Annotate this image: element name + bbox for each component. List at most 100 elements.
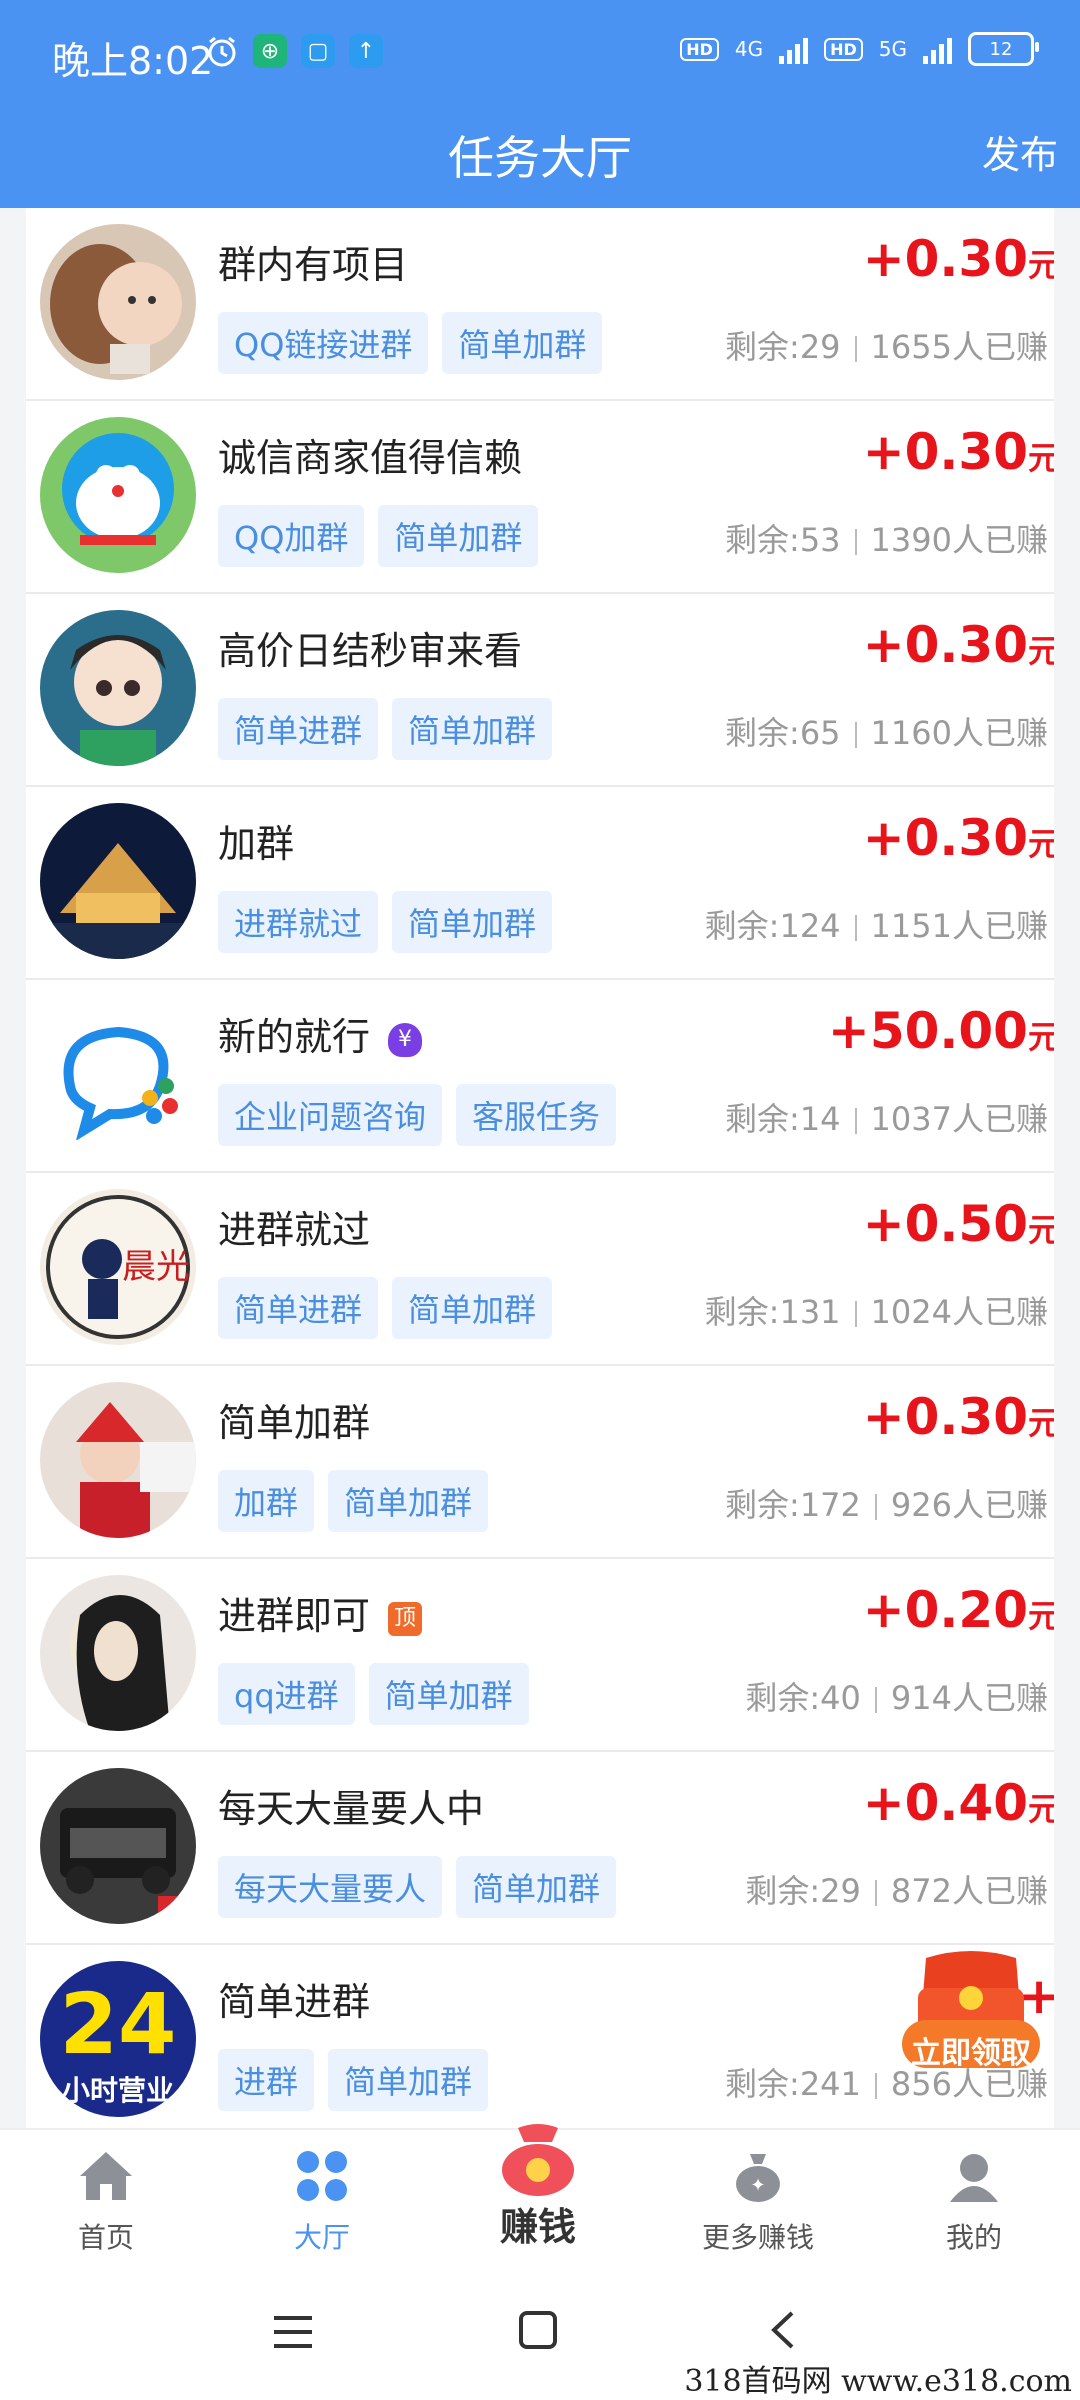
task-avatar [40, 417, 196, 573]
task-tag: 简单加群 [368, 1663, 529, 1725]
task-tags: 简单进群 简单加群 [218, 1277, 553, 1339]
task-name: 群内有项目 [218, 234, 408, 289]
task-reward-unit: 元 [1027, 825, 1054, 863]
pinned-badge-icon: 顶 [388, 1601, 423, 1636]
stats-divider [854, 1301, 857, 1327]
task-avatar [40, 1382, 196, 1538]
task-remaining: 剩余:241 [725, 2065, 861, 2103]
publish-button[interactable]: 发布 [982, 124, 1058, 179]
task-tag: 客服任务 [456, 1084, 617, 1146]
task-stats: 剩余:29 872人已赚 [745, 1866, 1048, 1912]
task-reward: +50.00元 [828, 1002, 1054, 1060]
task-avatar [40, 1575, 196, 1731]
network-4g-label: 4G [734, 37, 764, 61]
task-reward: +0.20元 [863, 1581, 1054, 1639]
task-name: 进群即可顶 [218, 1585, 423, 1640]
avatar-24-text: 24 [59, 1975, 177, 2073]
task-reward-unit: 元 [1027, 1597, 1054, 1635]
task-stats: 剩余:53 1390人已赚 [725, 515, 1048, 561]
stats-divider [874, 2073, 877, 2099]
task-tag: QQ加群 [218, 505, 365, 567]
task-tag: 简单加群 [328, 1470, 489, 1532]
hd-badge-icon: HD [680, 37, 719, 61]
task-reward: +0.30元 [863, 1388, 1054, 1446]
task-stats: 剩余:29 1655人已赚 [725, 322, 1048, 368]
task-tag: 简单加群 [392, 1277, 553, 1339]
task-tag: 每天大量要人 [218, 1856, 443, 1918]
task-name: 新的就行 ¥ [218, 1006, 423, 1061]
task-row[interactable]: 每天大量要人中 每天大量要人 简单加群 +0.40元 剩余:29 872人已赚 [26, 1752, 1054, 1945]
task-name-text: 加群 [218, 822, 295, 866]
task-avatar [40, 996, 196, 1152]
task-name-text: 进群即可 [218, 1594, 371, 1638]
task-stats: 剩余:131 1024人已赚 [705, 1287, 1048, 1333]
battery-icon: 12 [968, 32, 1039, 66]
nav-mine[interactable]: 我的 [894, 2148, 1054, 2256]
task-name-text: 诚信商家值得信赖 [218, 436, 523, 480]
stats-divider [854, 1108, 857, 1134]
task-name: 简单进群 [218, 1971, 370, 2026]
task-tag: 简单加群 [328, 2049, 489, 2111]
task-name-text: 高价日结秒审来看 [218, 629, 523, 673]
avatar-calligraphy-text: 晨光 [122, 1247, 190, 1287]
avatar-hours-text: 小时营业 [61, 2074, 174, 2107]
task-tag: QQ链接进群 [218, 312, 429, 374]
signal-icon [779, 34, 809, 64]
task-row[interactable]: 进群即可顶 qq进群 简单加群 +0.20元 剩余:40 914人已赚 [26, 1559, 1054, 1752]
menu-icon[interactable] [272, 2314, 314, 2350]
hd-badge-icon-2: HD [824, 37, 863, 61]
task-tag: 简单加群 [392, 891, 553, 953]
upload-app-icon: ↑ [349, 34, 383, 68]
task-reward-unit: 元 [1027, 1790, 1054, 1828]
status-notification-icons: ⊕ ▢ ↑ [205, 34, 383, 68]
task-stats: 剩余:124 1151人已赚 [705, 901, 1048, 947]
task-tag: 企业问题咨询 [218, 1084, 443, 1146]
task-row[interactable]: 新的就行 ¥ 企业问题咨询 客服任务 +50.00元剩余:14 1037人已赚 [26, 980, 1054, 1173]
task-remaining: 剩余:131 [704, 1293, 841, 1331]
task-row[interactable]: 简单加群 加群 简单加群 +0.30元 剩余:172 926人已赚 [26, 1366, 1054, 1559]
task-earned-count: 914人已赚 [890, 1679, 1048, 1717]
nav-earn[interactable]: 赚钱 [458, 2118, 618, 2251]
task-row[interactable]: 诚信商家值得信赖 QQ加群 简单加群 +0.30元 剩余:53 1390人已赚 [26, 401, 1054, 594]
stats-divider [854, 529, 857, 555]
task-name-text: 群内有项目 [218, 243, 409, 287]
task-earned-count: 1037人已赚 [870, 1100, 1048, 1138]
task-reward-unit: 元 [1027, 1018, 1054, 1056]
nav-mine-label: 我的 [945, 2221, 1002, 2254]
task-tags: 加群 简单加群 [218, 1470, 489, 1532]
task-tag: 简单加群 [456, 1856, 617, 1918]
task-tag: 简单进群 [218, 698, 379, 760]
nav-home[interactable]: 首页 [26, 2148, 186, 2256]
task-avatar: 24 小时营业 [40, 1961, 196, 2117]
task-reward-amount: +0.30 [862, 230, 1028, 288]
nav-more-earn[interactable]: ✦ 更多赚钱 [678, 2148, 838, 2256]
task-reward-unit: 元 [1027, 1404, 1054, 1442]
task-tag: 加群 [218, 1470, 315, 1532]
task-tags: 进群 简单加群 [218, 2049, 489, 2111]
task-row[interactable]: 群内有项目 QQ链接进群 简单加群 +0.30元 剩余:29 1655人已赚 [26, 208, 1054, 401]
task-row[interactable]: 高价日结秒审来看 简单进群 简单加群 +0.30元 剩余:65 1160人已赚 [26, 594, 1054, 787]
task-remaining: 剩余:53 [725, 521, 841, 559]
task-avatar [40, 224, 196, 380]
watermark-text: 318首码网 www.e318.com [684, 2364, 1072, 2399]
task-tags: 企业问题咨询 客服任务 [218, 1084, 617, 1146]
page-title: 任务大厅 [448, 131, 632, 185]
task-list[interactable]: 群内有项目 QQ链接进群 简单加群 +0.30元 剩余:29 1655人已赚 诚信商家值得信… [26, 208, 1054, 2128]
floating-gift-button[interactable]: 立即领取 [896, 1948, 1046, 2088]
task-row[interactable]: 加群 进群就过 简单加群 +0.30元 剩余:124 1151人已赚 [26, 787, 1054, 980]
task-reward-unit: 元 [1027, 246, 1054, 284]
task-earned-count: 1655人已赚 [870, 328, 1048, 366]
back-icon[interactable] [768, 2310, 798, 2350]
task-tags: qq进群 简单加群 [218, 1663, 529, 1725]
home-square-icon[interactable] [518, 2310, 558, 2350]
task-name-text: 进群就过 [218, 1208, 371, 1252]
nav-earn-label: 赚钱 [499, 2205, 576, 2249]
task-avatar [40, 1768, 196, 1924]
task-remaining: 剩余:14 [725, 1100, 841, 1138]
task-row[interactable]: 晨光 进群就过 简单进群 简单加群 +0.50元 剩余:131 1024人已赚 [26, 1173, 1054, 1366]
task-name: 简单加群 [218, 1392, 370, 1447]
task-earned-count: 872人已赚 [890, 1872, 1048, 1910]
task-remaining: 剩余:29 [745, 1872, 861, 1910]
nav-hall[interactable]: 大厅 [242, 2148, 402, 2256]
task-reward: +0.30元 [863, 616, 1054, 674]
